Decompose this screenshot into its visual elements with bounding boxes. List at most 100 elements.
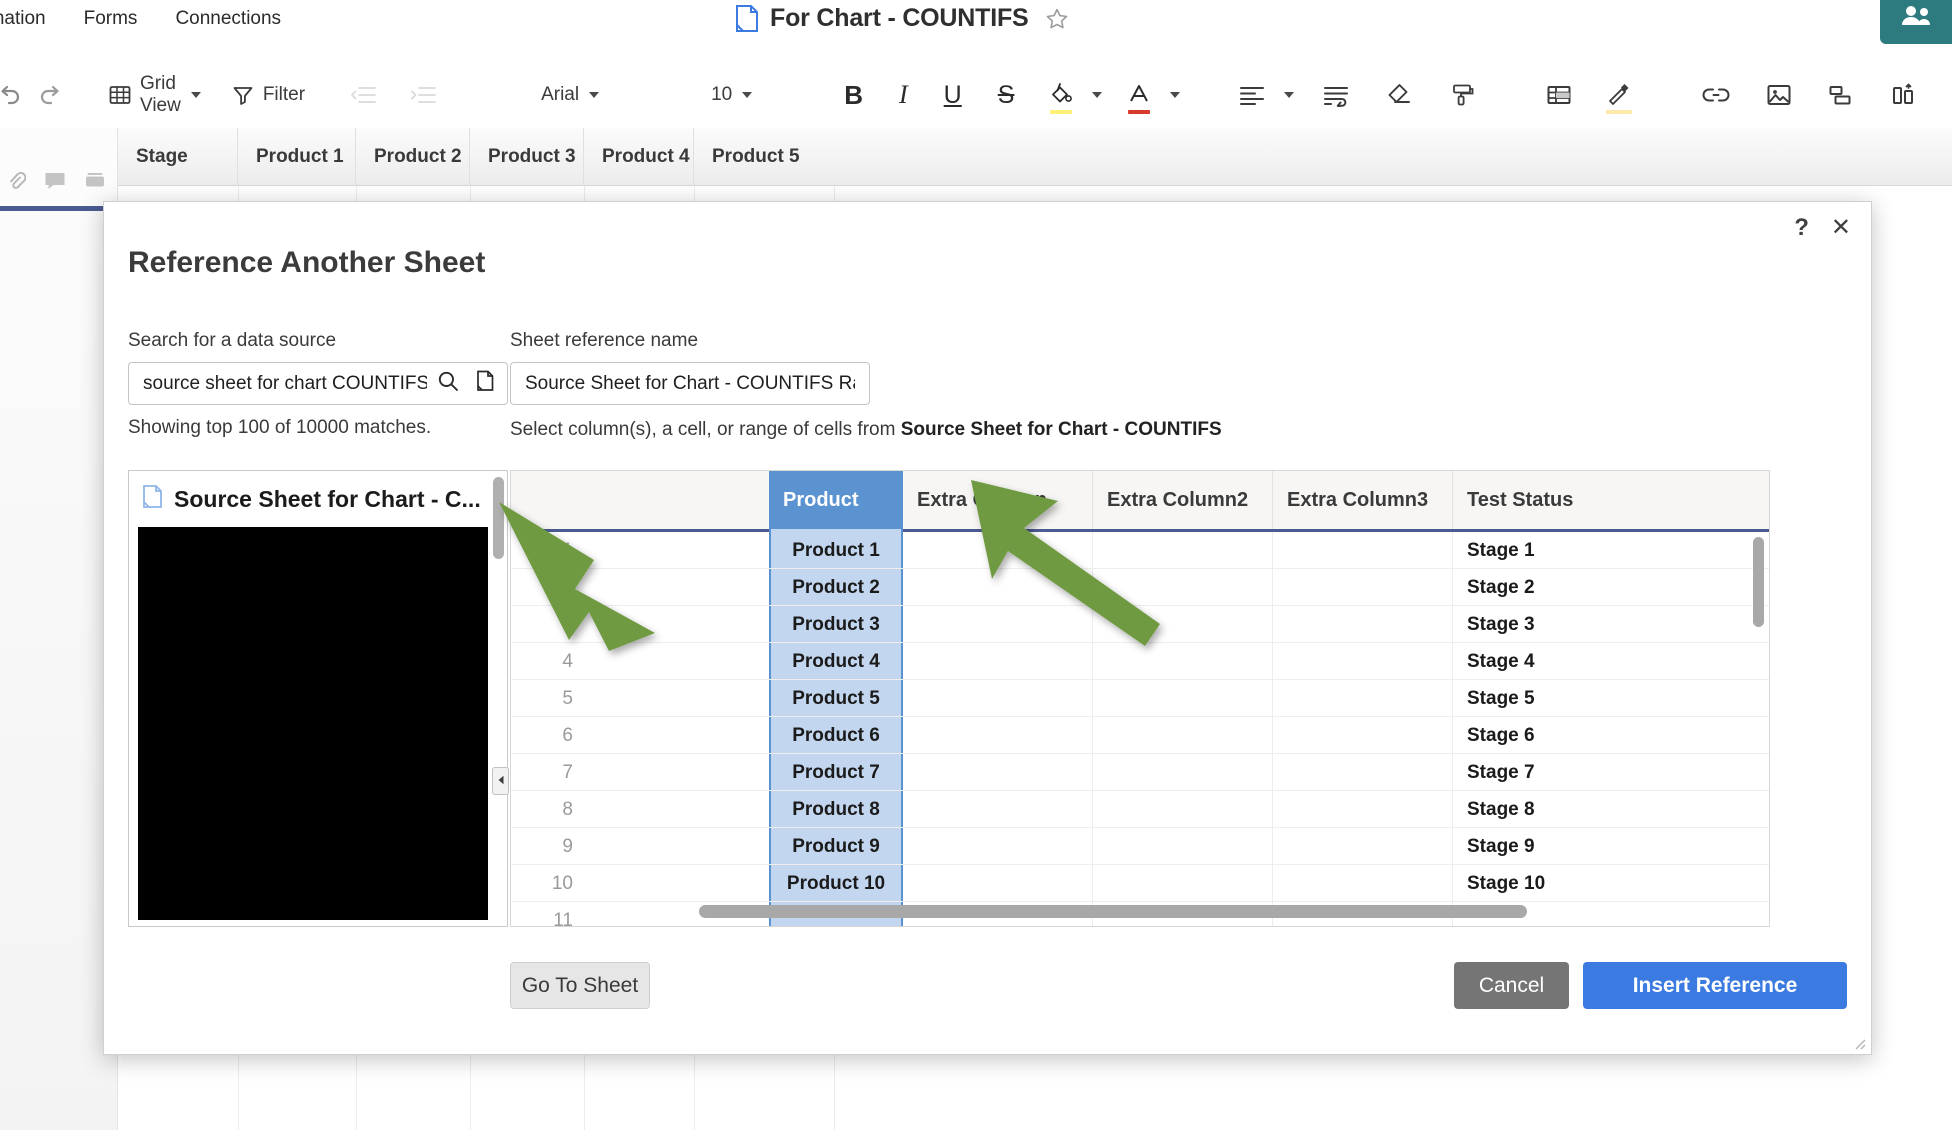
table-icon[interactable] [1538, 74, 1580, 116]
cell-product[interactable]: Product 9 [769, 828, 903, 865]
proof-icon[interactable] [84, 171, 106, 196]
filter-button[interactable]: Filter [223, 74, 313, 116]
sheet-preview-table[interactable]: Product Extra Column Extra Column2 Extra… [510, 470, 1770, 927]
cell-product[interactable]: Product 6 [769, 717, 903, 754]
card-icon[interactable] [1820, 74, 1862, 116]
cell-status[interactable]: Stage 9 [1453, 828, 1653, 865]
insert-reference-button[interactable]: Insert Reference [1583, 962, 1847, 1009]
table-row[interactable]: 8 Product 8 Stage 8 [511, 791, 1769, 828]
font-size-select[interactable]: 10 [703, 74, 760, 116]
grid-column-product-4[interactable]: Product 4 [584, 127, 694, 186]
align-left-icon[interactable] [1230, 74, 1274, 116]
redo-icon[interactable] [30, 74, 72, 116]
cell-extra3[interactable] [1273, 865, 1453, 902]
cell-extra[interactable] [903, 606, 1093, 643]
menu-item-connections[interactable]: Connections [175, 8, 281, 30]
menu-item-automation[interactable]: omation [0, 8, 46, 30]
table-row[interactable]: 5 Product 5 Stage 5 [511, 680, 1769, 717]
cell-status[interactable]: Stage 6 [1453, 717, 1653, 754]
table-row[interactable]: 10 Product 10 Stage 10 [511, 865, 1769, 902]
grid-view-button[interactable]: Grid View [100, 73, 209, 116]
grid-column-product-3[interactable]: Product 3 [470, 127, 584, 186]
cell-extra[interactable] [903, 532, 1093, 569]
table-row[interactable]: 7 Product 7 Stage 7 [511, 754, 1769, 791]
cell-extra2[interactable] [1093, 606, 1273, 643]
comment-icon[interactable] [44, 171, 66, 196]
cell-extra[interactable] [903, 717, 1093, 754]
cell-extra[interactable] [903, 828, 1093, 865]
search-results-panel[interactable]: Source Sheet for Chart - C... [128, 470, 508, 927]
chevron-down-icon[interactable] [1284, 92, 1295, 98]
cell-extra3[interactable] [1273, 643, 1453, 680]
chevron-down-icon[interactable] [1170, 92, 1181, 98]
go-to-sheet-button[interactable]: Go To Sheet [510, 962, 650, 1009]
question-mark-icon[interactable]: ? [1794, 216, 1809, 240]
grid-column-product-1[interactable]: Product 1 [238, 127, 356, 186]
table-row[interactable]: 6 Product 6 Stage 6 [511, 717, 1769, 754]
preview-horizontal-scrollbar[interactable] [699, 905, 1527, 918]
preview-vertical-scrollbar[interactable] [1753, 537, 1764, 627]
cell-extra[interactable] [903, 865, 1093, 902]
ref-name-input[interactable] [523, 371, 857, 396]
preview-column-extra-column[interactable]: Extra Column [903, 471, 1093, 529]
ref-name-box[interactable] [510, 362, 870, 405]
wrap-text-icon[interactable] [1314, 74, 1358, 116]
cell-status[interactable]: Stage 4 [1453, 643, 1653, 680]
underline-button[interactable]: U [936, 74, 970, 116]
cell-product[interactable]: Product 2 [769, 569, 903, 606]
link-icon[interactable] [1694, 74, 1738, 116]
cell-product[interactable]: Product 7 [769, 754, 903, 791]
star-outline-icon[interactable] [1045, 7, 1069, 31]
cell-extra2[interactable] [1093, 680, 1273, 717]
undo-icon[interactable] [0, 74, 30, 116]
menu-item-forms[interactable]: Forms [84, 8, 138, 30]
cell-extra[interactable] [903, 643, 1093, 680]
copy-icon[interactable] [475, 370, 495, 397]
cell-extra3[interactable] [1273, 754, 1453, 791]
bold-button[interactable]: B [836, 74, 871, 116]
cell-status[interactable]: Stage 5 [1453, 680, 1653, 717]
table-row[interactable]: 2 Product 2 Stage 2 [511, 569, 1769, 606]
cell-product[interactable]: Product 3 [769, 606, 903, 643]
preview-column-test-status[interactable]: Test Status [1453, 471, 1653, 529]
cell-status[interactable]: Stage 3 [1453, 606, 1653, 643]
cell-extra3[interactable] [1273, 569, 1453, 606]
search-box[interactable] [128, 362, 508, 405]
cell-extra2[interactable] [1093, 754, 1273, 791]
share-people-button[interactable] [1880, 0, 1952, 44]
chevron-down-icon[interactable] [589, 92, 600, 98]
cell-product[interactable]: Product 4 [769, 643, 903, 680]
preview-column-extra-column2[interactable]: Extra Column2 [1093, 471, 1273, 529]
panel-collapse-button[interactable] [492, 767, 509, 795]
italic-button[interactable]: I [891, 74, 916, 116]
search-icon[interactable] [437, 370, 459, 397]
fill-color-button[interactable] [1040, 74, 1082, 116]
chevron-down-icon[interactable] [742, 92, 753, 98]
cell-extra2[interactable] [1093, 643, 1273, 680]
cell-extra2[interactable] [1093, 828, 1273, 865]
table-row[interactable]: 1 Product 1 Stage 1 [511, 532, 1769, 569]
search-input[interactable] [141, 371, 429, 396]
resize-grip-icon[interactable] [1852, 1036, 1866, 1050]
grid-column-stage[interactable]: Stage [118, 127, 238, 186]
cell-product[interactable]: Product 10 [769, 865, 903, 902]
cell-product[interactable]: Product 1 [769, 532, 903, 569]
highlighter-icon[interactable] [1598, 74, 1640, 116]
cell-extra3[interactable] [1273, 828, 1453, 865]
cell-extra[interactable] [903, 680, 1093, 717]
font-family-select[interactable]: Arial [533, 74, 607, 116]
cell-extra2[interactable] [1093, 865, 1273, 902]
cell-status[interactable]: Stage 7 [1453, 754, 1653, 791]
cell-product[interactable]: Product 8 [769, 791, 903, 828]
cell-status[interactable]: Stage 1 [1453, 532, 1653, 569]
cell-extra[interactable] [903, 791, 1093, 828]
list-item[interactable]: Source Sheet for Chart - C... [129, 471, 507, 527]
cell-extra3[interactable] [1273, 606, 1453, 643]
chart-icon[interactable] [1882, 74, 1924, 116]
preview-column-product[interactable]: Product [769, 471, 903, 529]
cell-status[interactable]: Stage 10 [1453, 865, 1653, 902]
cell-extra[interactable] [903, 754, 1093, 791]
paperclip-icon[interactable] [6, 171, 27, 196]
strikethrough-button[interactable]: S [990, 74, 1023, 116]
cell-product[interactable]: Product 5 [769, 680, 903, 717]
